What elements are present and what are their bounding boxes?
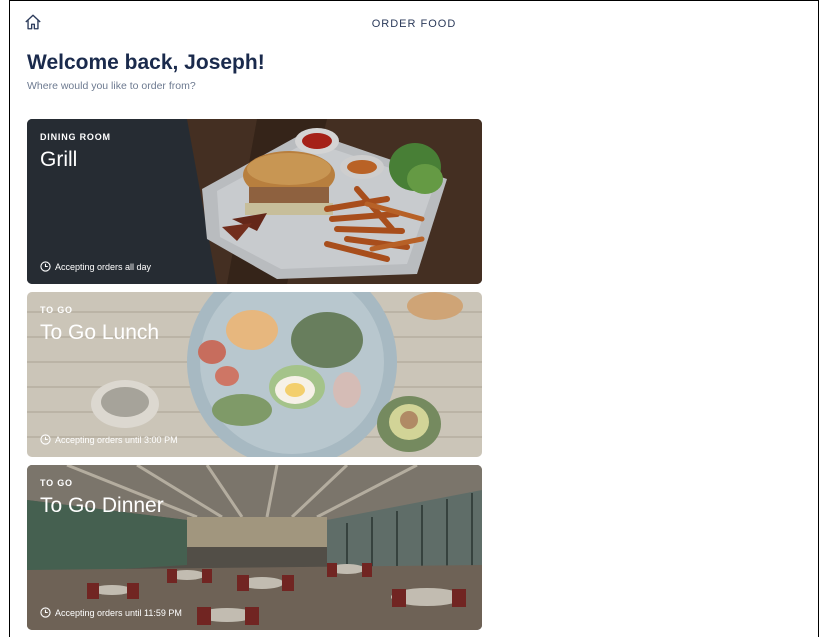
- burger-plate-image: [27, 119, 482, 284]
- clock-icon: [40, 434, 51, 445]
- app-frame: ORDER FOOD Welcome back, Joseph! Where w…: [9, 0, 819, 637]
- venue-tag: TO GO: [40, 478, 73, 488]
- venue-status: Accepting orders all day: [40, 261, 151, 272]
- venue-status: Accepting orders until 3:00 PM: [40, 434, 178, 445]
- salad-bowl-image: [27, 292, 482, 457]
- dining-hall-image: [27, 465, 482, 630]
- venue-name: To Go Lunch: [40, 321, 160, 344]
- venue-status-text: Accepting orders all day: [55, 261, 152, 272]
- welcome-heading: Welcome back, Joseph!: [27, 51, 265, 74]
- venue-status: Accepting orders until 11:59 PM: [40, 607, 182, 618]
- venue-card-grill[interactable]: DINING ROOM Grill Accepting orders all d…: [27, 119, 482, 284]
- venue-status-text: Accepting orders until 3:00 PM: [55, 434, 178, 445]
- venue-tag: DINING ROOM: [40, 132, 111, 142]
- venue-status-text: Accepting orders until 11:59 PM: [55, 607, 182, 618]
- clock-icon: [40, 261, 51, 272]
- page-title: ORDER FOOD: [371, 18, 457, 30]
- venue-card-to-go-dinner[interactable]: TO GO To Go Dinner Accepting orders unti…: [27, 465, 482, 630]
- clock-icon: [40, 607, 51, 618]
- venue-name: To Go Dinner: [40, 494, 164, 517]
- venue-name: Grill: [40, 148, 78, 171]
- venue-card-to-go-lunch[interactable]: TO GO To Go Lunch Accepting orders until…: [27, 292, 482, 457]
- venue-tag: TO GO: [40, 305, 73, 315]
- welcome-subtitle: Where would you like to order from?: [27, 80, 196, 92]
